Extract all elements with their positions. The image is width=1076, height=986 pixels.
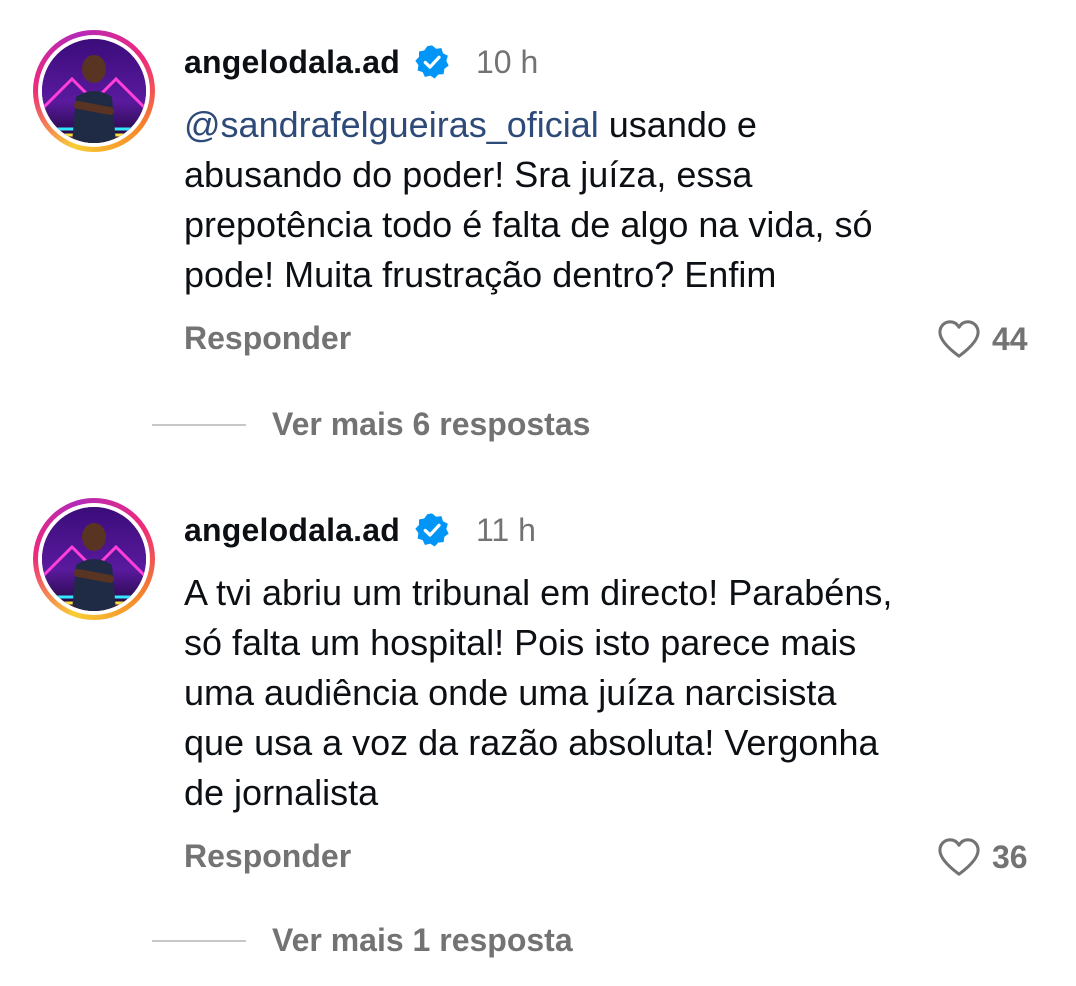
reply-button[interactable]: Responder xyxy=(184,838,351,875)
verified-badge-icon xyxy=(414,512,450,548)
comment-header: angelodala.ad 10 h xyxy=(184,40,538,84)
like-button[interactable]: 44 xyxy=(936,318,1028,360)
username[interactable]: angelodala.ad xyxy=(184,512,400,549)
comment-text-line: que usa a voz da razão absoluta! Vergonh… xyxy=(184,722,879,763)
verified-badge-icon xyxy=(414,44,450,80)
comment-text: A tvi abriu um tribunal em directo! Para… xyxy=(184,568,1044,818)
comment-text-line: A tvi abriu um tribunal em directo! Para… xyxy=(184,572,893,613)
view-more-replies-label: Ver mais 6 respostas xyxy=(272,406,591,442)
comment-text-line: pode! Muita frustração dentro? Enfim xyxy=(184,254,777,295)
like-count: 36 xyxy=(992,838,1028,875)
comment-header: angelodala.ad 11 h xyxy=(184,508,536,552)
timestamp: 11 h xyxy=(476,511,536,548)
view-more-replies-button[interactable]: Ver mais 1 resposta xyxy=(152,922,573,959)
comment-text-line: uma audiência onde uma juíza narcisista xyxy=(184,672,837,713)
username[interactable]: angelodala.ad xyxy=(184,44,400,81)
comment-text-line: prepotência todo é falta de algo na vida… xyxy=(184,204,873,245)
avatar[interactable] xyxy=(33,498,155,620)
comment-text-line: de jornalista xyxy=(184,772,379,813)
view-more-replies-label: Ver mais 1 resposta xyxy=(272,922,573,958)
heart-outline-icon xyxy=(938,320,980,358)
mention-link[interactable]: @sandrafelgueiras_oficial xyxy=(184,104,599,145)
divider-line xyxy=(152,939,246,942)
comment-text-line: usando e xyxy=(598,104,757,145)
comment-text: @sandrafelgueiras_oficial usando e abusa… xyxy=(184,100,1044,300)
like-button[interactable]: 36 xyxy=(936,836,1028,878)
like-count: 44 xyxy=(992,320,1028,357)
avatar[interactable] xyxy=(33,30,155,152)
avatar-image xyxy=(42,39,146,143)
avatar-image xyxy=(42,507,146,611)
reply-button[interactable]: Responder xyxy=(184,320,351,357)
heart-outline-icon xyxy=(938,838,980,876)
comment-text-line: só falta um hospital! Pois isto parece m… xyxy=(184,622,857,663)
timestamp: 10 h xyxy=(476,43,539,80)
divider-line xyxy=(152,423,246,426)
view-more-replies-button[interactable]: Ver mais 6 respostas xyxy=(152,406,590,443)
comment-text-line: abusando do poder! Sra juíza, essa xyxy=(184,154,753,195)
